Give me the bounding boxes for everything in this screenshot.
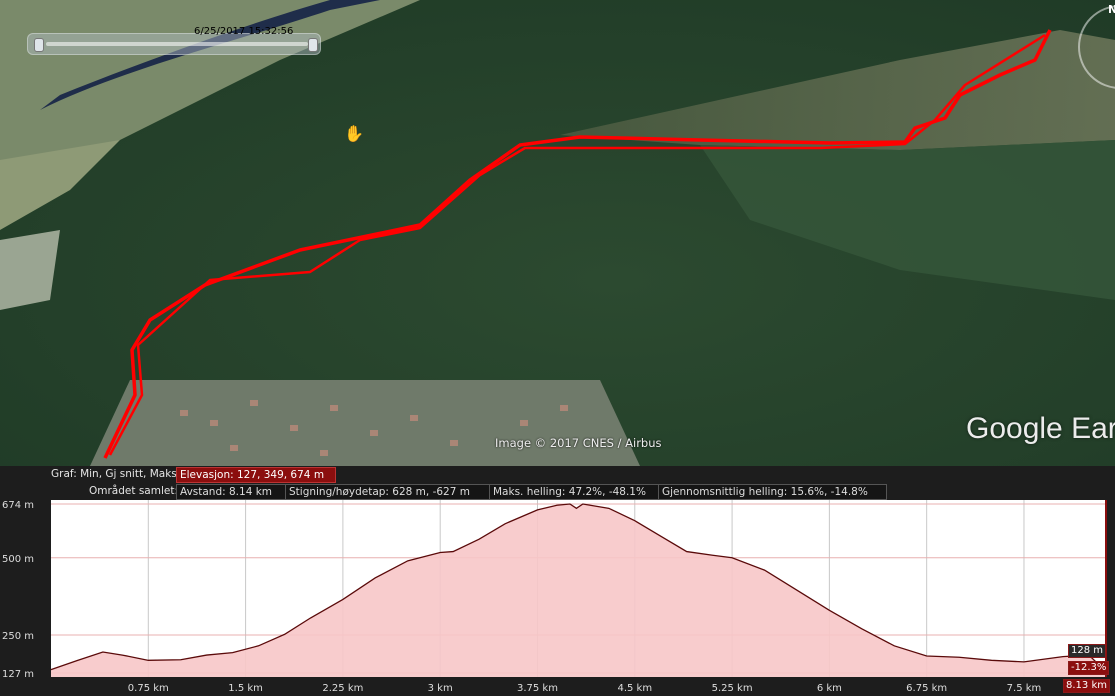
x-tick-label: 5.25 km xyxy=(712,683,753,694)
google-earth-logo: Google Earth xyxy=(966,412,1115,445)
y-tick-label: 127 m xyxy=(2,669,34,680)
time-slider-end-handle[interactable] xyxy=(308,38,318,52)
elevation-stats: Elevasjon: 127, 349, 674 m xyxy=(176,467,336,483)
cursor-elevation-readout: 128 m xyxy=(1068,644,1107,658)
elevation-profile-panel: Graf: Min, Gj snitt, Maks: Elevasjon: 12… xyxy=(0,466,1115,696)
x-tick-label: 0.75 km xyxy=(128,683,169,694)
time-slider-track[interactable] xyxy=(46,42,308,46)
x-tick-label: 3.75 km xyxy=(517,683,558,694)
compass-north-label: N xyxy=(1108,3,1115,16)
x-tick-label: 6.75 km xyxy=(906,683,947,694)
elevation-chart[interactable]: 0.75 km 1.5 km 2.25 km 3 km 3.75 km 4.5 km 5.2… xyxy=(0,496,1115,696)
x-tick-label: 4.5 km xyxy=(617,683,652,694)
time-slider-timestamp: 6/25/2017 15:32:56 xyxy=(194,26,294,37)
map-view[interactable]: N 6/25/2017 15:32:56 ✋ Image © 2017 CNES… xyxy=(0,0,1115,466)
x-tick-label: 2.25 km xyxy=(322,683,363,694)
cursor-distance-readout: 8.13 km xyxy=(1063,679,1110,693)
time-slider-start-handle[interactable] xyxy=(34,38,44,52)
y-tick-label: 250 m xyxy=(2,631,34,642)
town-area xyxy=(90,380,640,466)
x-tick-label: 3 km xyxy=(428,683,453,694)
imagery-attribution: Image © 2017 CNES / Airbus xyxy=(495,436,662,450)
x-tick-label: 7.5 km xyxy=(1007,683,1042,694)
graph-stats-label: Graf: Min, Gj snitt, Maks: xyxy=(51,468,181,480)
cursor-slope-readout: -12.3% xyxy=(1068,661,1110,675)
hand-pan-icon: ✋ xyxy=(344,124,364,143)
x-tick-label: 1.5 km xyxy=(228,683,263,694)
y-tick-label: 674 m xyxy=(2,500,34,511)
y-tick-label: 500 m xyxy=(2,554,34,565)
x-tick-label: 6 km xyxy=(817,683,842,694)
satellite-terrain xyxy=(0,0,1115,466)
